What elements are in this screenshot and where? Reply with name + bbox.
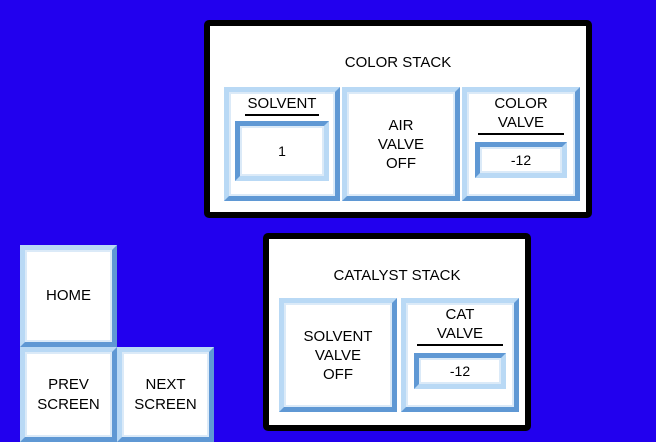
color-valve-label-line1: COLOR: [494, 95, 548, 112]
solvent-valve-label-line1: SOLVENT: [303, 327, 373, 345]
color-valve-value: -12: [510, 151, 532, 168]
prev-screen-label-line1: PREV: [48, 375, 89, 393]
color-valve-button[interactable]: COLOR VALVE -12: [462, 87, 580, 201]
color-stack-title: COLOR STACK: [344, 54, 452, 71]
air-valve-button[interactable]: AIR VALVE OFF: [342, 87, 460, 201]
catalyst-stack-title: CATALYST STACK: [333, 267, 461, 284]
cat-valve-label-line1: CAT: [445, 306, 475, 323]
solvent-value: 1: [278, 142, 286, 159]
catalyst-stack-panel: CATALYST STACK SOLVENT VALVE OFF CAT VAL…: [263, 233, 531, 431]
next-screen-button[interactable]: NEXT SCREEN: [117, 347, 214, 442]
next-screen-label-line1: NEXT: [145, 375, 186, 393]
home-button[interactable]: HOME: [20, 245, 117, 347]
solvent-valve-state: OFF: [323, 365, 353, 383]
air-valve-state: OFF: [386, 154, 416, 172]
next-screen-label-line2: SCREEN: [134, 395, 197, 413]
color-valve-value-display[interactable]: -12: [475, 142, 567, 178]
solvent-value-display[interactable]: 1: [235, 121, 329, 181]
cat-valve-label-line2: VALVE: [416, 324, 504, 346]
color-valve-label-line2: VALVE: [477, 113, 565, 135]
solvent-button[interactable]: SOLVENT 1: [224, 87, 340, 201]
prev-screen-button[interactable]: PREV SCREEN: [20, 347, 117, 442]
air-valve-label-line2: VALVE: [377, 135, 425, 153]
solvent-label: SOLVENT: [244, 94, 320, 116]
home-label: HOME: [46, 287, 91, 304]
solvent-valve-button[interactable]: SOLVENT VALVE OFF: [279, 298, 397, 412]
color-stack-panel: COLOR STACK SOLVENT 1 AIR VALVE OFF COLO…: [204, 20, 592, 218]
cat-valve-value: -12: [449, 362, 471, 379]
cat-valve-button[interactable]: CAT VALVE -12: [401, 298, 519, 412]
cat-valve-value-display[interactable]: -12: [414, 353, 506, 389]
prev-screen-label-line2: SCREEN: [37, 395, 100, 413]
hmi-screen: COLOR STACK SOLVENT 1 AIR VALVE OFF COLO…: [0, 0, 656, 442]
air-valve-label-line1: AIR: [388, 116, 414, 134]
solvent-valve-label-line2: VALVE: [314, 346, 362, 364]
